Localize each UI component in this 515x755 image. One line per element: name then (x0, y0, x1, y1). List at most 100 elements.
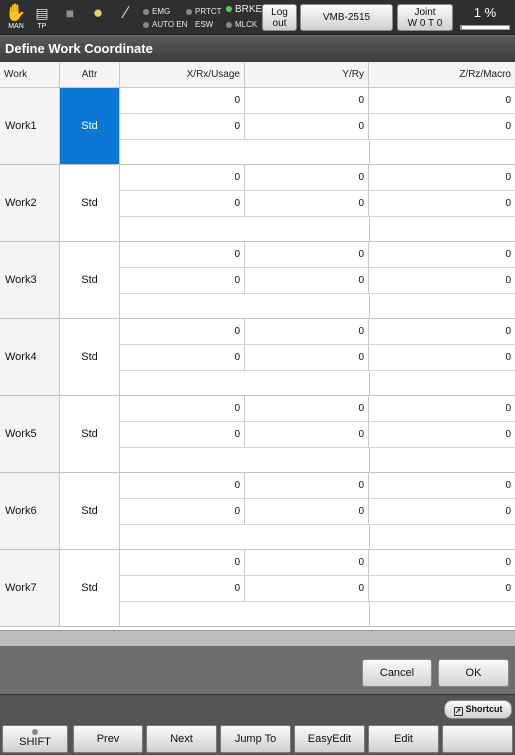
attr-cell[interactable]: Std (60, 242, 120, 318)
shortcut-button[interactable]: ↗ Shortcut (444, 700, 512, 719)
stop-icon: ■ (65, 5, 75, 21)
work-coordinate-table: Work Attr X/Rx/Usage Y/Ry Z/Rz/Macro Wor… (0, 62, 515, 630)
rotation-value-cell[interactable]: 0 (245, 345, 369, 371)
table-row[interactable]: Work2 Std 0 0 0 0 0 0 (0, 165, 515, 242)
attr-cell[interactable]: Std (60, 319, 120, 395)
next-key[interactable]: Next (146, 725, 217, 753)
work-name-cell[interactable]: Work2 (0, 165, 60, 241)
tool-button[interactable]: ∕ (114, 3, 138, 33)
attr-cell[interactable]: Std (60, 550, 120, 626)
rotation-value-cell[interactable]: 0 (120, 114, 245, 140)
macro-row-cell[interactable] (120, 140, 515, 164)
table-row[interactable]: Work4 Std 0 0 0 0 0 0 (0, 319, 515, 396)
position-value-cell[interactable]: 0 (369, 473, 515, 499)
position-value-cell[interactable]: 0 (120, 396, 245, 422)
edit-key[interactable]: Edit (368, 725, 439, 753)
position-value-cell[interactable]: 0 (369, 165, 515, 191)
table-footer (0, 630, 515, 646)
page-title: Define Work Coordinate (0, 36, 515, 62)
stop-button[interactable]: ■ (58, 3, 82, 33)
easyedit-key[interactable]: EasyEdit (294, 725, 365, 753)
position-value-cell[interactable]: 0 (120, 550, 245, 576)
rotation-value-cell[interactable]: 0 (369, 422, 515, 448)
rotation-value-cell[interactable]: 0 (245, 191, 369, 217)
table-row[interactable]: Work7 Std 0 0 0 0 0 0 (0, 550, 515, 627)
position-value-cell[interactable]: 0 (369, 319, 515, 345)
position-value-cell[interactable]: 0 (245, 550, 369, 576)
teach-pendant-indicator[interactable]: ▤ TP (30, 3, 54, 33)
work-name-cell[interactable]: Work1 (0, 88, 60, 164)
position-value-cell[interactable]: 0 (245, 88, 369, 114)
work-name-cell[interactable]: Work4 (0, 319, 60, 395)
position-value-cell[interactable]: 0 (245, 396, 369, 422)
rotation-value-cell[interactable]: 0 (120, 345, 245, 371)
position-value-cell[interactable]: 0 (369, 242, 515, 268)
robot-name-button[interactable]: VMB-2515 (300, 4, 393, 31)
position-value-cell[interactable]: 0 (120, 473, 245, 499)
position-value-cell[interactable]: 0 (369, 550, 515, 576)
rotation-value-cell[interactable]: 0 (245, 422, 369, 448)
table-row[interactable]: Work3 Std 0 0 0 0 0 0 (0, 242, 515, 319)
column-header-z: Z/Rz/Macro (459, 69, 511, 80)
prtct-status-dot (186, 8, 192, 15)
blank-key[interactable] (442, 725, 513, 753)
ok-button[interactable]: OK (438, 659, 509, 687)
position-value-cell[interactable]: 0 (245, 165, 369, 191)
rotation-value-cell[interactable]: 0 (369, 499, 515, 525)
macro-row-cell[interactable] (120, 371, 515, 395)
logout-button[interactable]: Log out (262, 4, 297, 31)
position-value-cell[interactable]: 0 (245, 473, 369, 499)
brke-indicator: BRKE (226, 5, 262, 15)
macro-row-cell[interactable] (120, 602, 515, 626)
mlck-indicator: MLCK (226, 20, 257, 30)
position-value-cell[interactable]: 0 (120, 242, 245, 268)
work-name-cell[interactable]: Work3 (0, 242, 60, 318)
prev-key[interactable]: Prev (73, 725, 143, 753)
rotation-value-cell[interactable]: 0 (369, 576, 515, 602)
position-value-cell[interactable]: 0 (369, 88, 515, 114)
column-separator (369, 217, 370, 241)
rotation-value-cell[interactable]: 0 (120, 576, 245, 602)
shift-key[interactable]: SHIFT (2, 725, 68, 753)
work-name-cell[interactable]: Work5 (0, 396, 60, 472)
work-name-cell[interactable]: Work7 (0, 550, 60, 626)
speed-override-text[interactable]: 1 % (459, 5, 511, 20)
position-value-cell[interactable]: 0 (245, 319, 369, 345)
attr-cell[interactable]: Std (60, 396, 120, 472)
prtct-indicator: PRTCT (186, 7, 222, 17)
jump-to-key[interactable]: Jump To (220, 725, 291, 753)
rotation-value-cell[interactable]: 0 (120, 191, 245, 217)
rotation-value-cell[interactable]: 0 (120, 499, 245, 525)
table-row[interactable]: Work5 Std 0 0 0 0 0 0 (0, 396, 515, 473)
rotation-value-cell[interactable]: 0 (245, 268, 369, 294)
attr-cell[interactable]: Std (60, 165, 120, 241)
rotation-value-cell[interactable]: 0 (245, 114, 369, 140)
light-button[interactable]: ● (86, 3, 110, 33)
column-separator (369, 525, 370, 549)
rotation-value-cell[interactable]: 0 (120, 268, 245, 294)
attr-cell[interactable]: Std (60, 473, 120, 549)
macro-row-cell[interactable] (120, 525, 515, 549)
macro-row-cell[interactable] (120, 217, 515, 241)
manual-mode-indicator[interactable]: ✋ MAN (4, 3, 28, 33)
rotation-value-cell[interactable]: 0 (369, 268, 515, 294)
attr-cell[interactable]: Std (60, 88, 120, 164)
table-row[interactable]: Work6 Std 0 0 0 0 0 0 (0, 473, 515, 550)
rotation-value-cell[interactable]: 0 (245, 499, 369, 525)
rotation-value-cell[interactable]: 0 (369, 114, 515, 140)
macro-row-cell[interactable] (120, 294, 515, 318)
macro-row-cell[interactable] (120, 448, 515, 472)
cancel-button[interactable]: Cancel (362, 659, 432, 687)
rotation-value-cell[interactable]: 0 (369, 191, 515, 217)
rotation-value-cell[interactable]: 0 (245, 576, 369, 602)
work-name-cell[interactable]: Work6 (0, 473, 60, 549)
position-value-cell[interactable]: 0 (245, 242, 369, 268)
position-value-cell[interactable]: 0 (120, 319, 245, 345)
position-value-cell[interactable]: 0 (120, 165, 245, 191)
rotation-value-cell[interactable]: 0 (369, 345, 515, 371)
rotation-value-cell[interactable]: 0 (120, 422, 245, 448)
joint-coordinate-button[interactable]: Joint W 0 T 0 (397, 4, 453, 31)
table-row[interactable]: Work1 Std 0 0 0 0 0 0 (0, 88, 515, 165)
position-value-cell[interactable]: 0 (369, 396, 515, 422)
position-value-cell[interactable]: 0 (120, 88, 245, 114)
